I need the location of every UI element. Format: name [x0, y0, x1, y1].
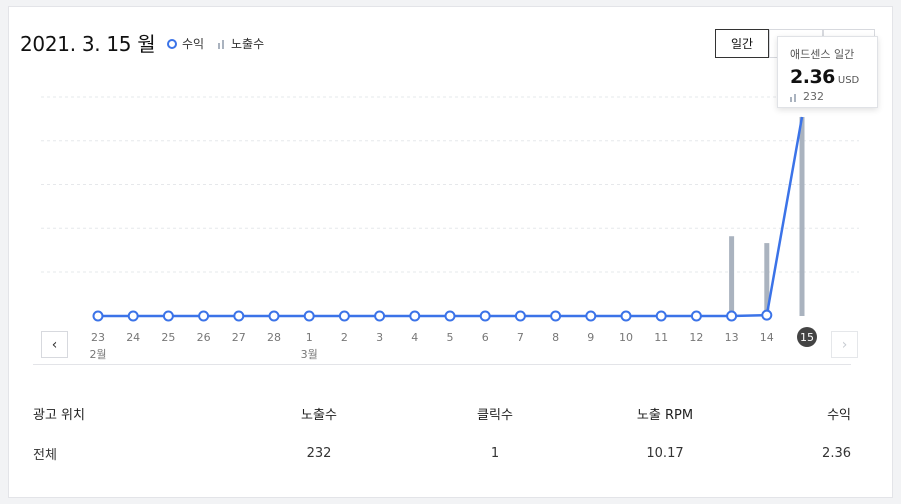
x-tick-label: 15	[800, 331, 814, 344]
revenue-point	[585, 310, 597, 322]
revenue-point	[92, 310, 104, 322]
revenue-point	[338, 310, 350, 322]
revenue-point	[409, 310, 421, 322]
x-tick-label: 28	[267, 331, 281, 344]
revenue-point	[198, 310, 210, 322]
prev-button[interactable]: ‹	[41, 331, 68, 358]
tooltip-value: 2.36	[790, 66, 835, 88]
x-tick-label: 10	[619, 331, 633, 344]
x-tick-label: 1	[306, 331, 313, 344]
chevron-right-icon: ›	[841, 336, 848, 353]
bar-chart-icon	[790, 92, 798, 102]
summary-table: 광고 위치 노출수 클릭수 노출 RPM 수익 전체 232 1 10.17 2…	[33, 393, 851, 473]
x-tick-label: 9	[587, 331, 594, 344]
revenue-point	[127, 310, 139, 322]
month-label: 2월	[89, 348, 106, 361]
revenue-point	[726, 310, 738, 322]
revenue-point	[690, 310, 702, 322]
table-header-row: 광고 위치 노출수 클릭수 노출 RPM 수익	[33, 393, 851, 433]
x-tick-label: 13	[725, 331, 739, 344]
revenue-point	[444, 310, 456, 322]
revenue-point	[550, 310, 562, 322]
revenue-point	[268, 310, 280, 322]
revenue-point	[761, 309, 773, 321]
cell-rpm: 10.17	[646, 445, 684, 461]
tooltip-impressions-value: 232	[803, 90, 824, 103]
table-row: 전체 232 1 10.17 2.36	[33, 433, 851, 473]
revenue-point	[514, 310, 526, 322]
x-tick-label: 12	[689, 331, 703, 344]
cell-impressions: 232	[306, 445, 332, 461]
divider	[33, 364, 851, 365]
header-ad-position: 광고 위치	[33, 407, 85, 423]
chevron-left-icon: ‹	[51, 336, 58, 353]
revenue-point	[233, 310, 245, 322]
header-revenue: 수익	[827, 407, 851, 423]
revenue-point	[479, 310, 491, 322]
tooltip-title: 애드센스 일간	[790, 48, 855, 61]
x-tick-label: 23	[91, 331, 105, 344]
x-tick-label: 5	[447, 331, 454, 344]
x-tick-label: 7	[517, 331, 524, 344]
x-tick-label: 26	[197, 331, 211, 344]
revenue-point	[655, 310, 667, 322]
cell-clicks: 1	[490, 445, 500, 461]
revenue-point	[374, 310, 386, 322]
x-tick-label: 25	[161, 331, 175, 344]
cell-ad-position: 전체	[33, 447, 57, 463]
revenue-point	[303, 310, 315, 322]
revenue-point	[620, 310, 632, 322]
x-tick-label: 4	[411, 331, 418, 344]
cell-revenue: 2.36	[822, 445, 851, 461]
tooltip-unit: USD	[837, 75, 860, 86]
header-clicks: 클릭수	[477, 407, 513, 423]
x-tick-label: 3	[376, 331, 383, 344]
header-impressions: 노출수	[301, 407, 337, 423]
impression-bar	[729, 236, 735, 316]
revenue-point	[162, 310, 174, 322]
x-tick-label: 14	[760, 331, 774, 344]
month-label: 3월	[301, 348, 318, 361]
x-tick-label: 11	[654, 331, 668, 344]
chart-tooltip: 애드센스 일간 2.36 USD 232	[777, 36, 878, 108]
next-button[interactable]: ›	[831, 331, 858, 358]
x-tick-label: 6	[482, 331, 489, 344]
x-tick-label: 27	[232, 331, 246, 344]
x-tick-label: 24	[126, 331, 140, 344]
header-rpm: 노출 RPM	[636, 407, 694, 423]
revenue-line	[98, 116, 804, 318]
x-tick-label: 2	[341, 331, 348, 344]
impression-bar	[799, 117, 805, 316]
tooltip-impressions: 232	[790, 90, 865, 103]
x-tick-label: 8	[552, 331, 559, 344]
